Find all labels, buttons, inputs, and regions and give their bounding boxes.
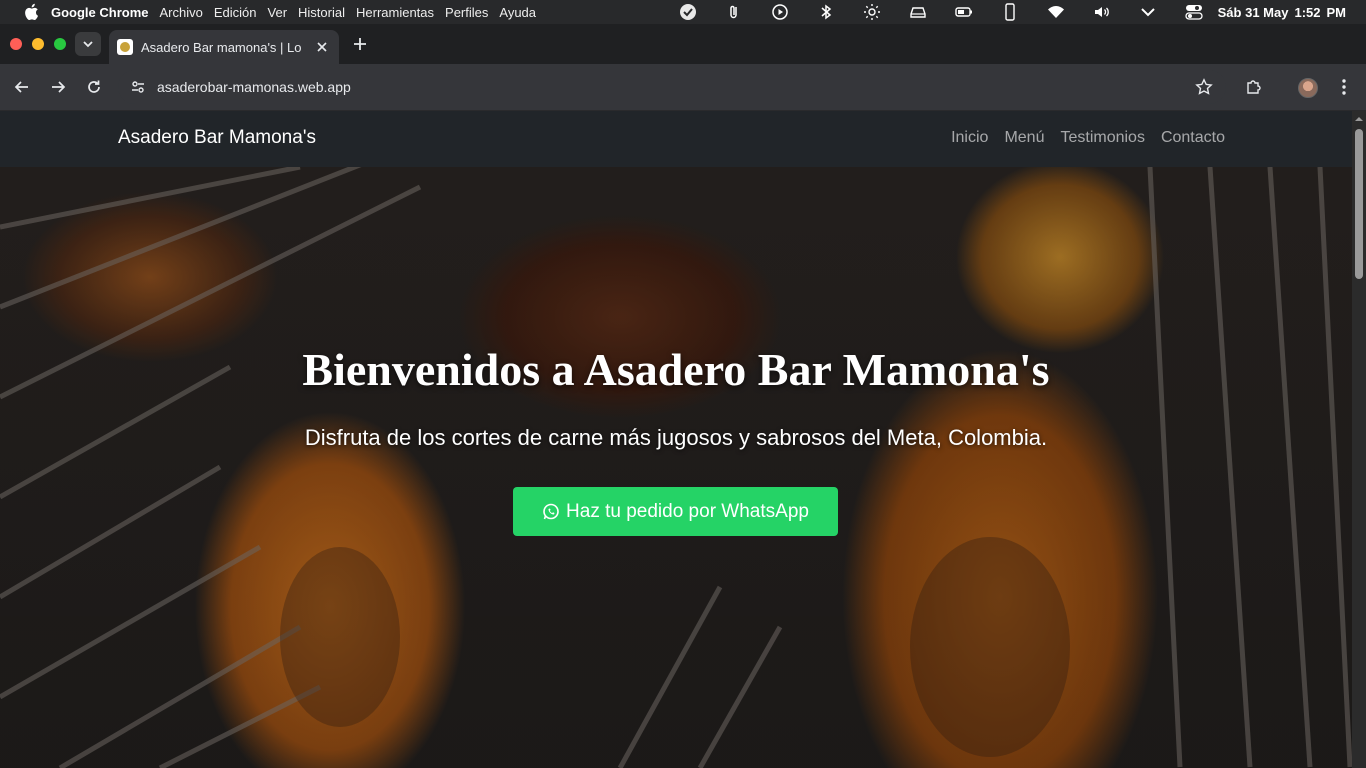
browser-toolbar: asaderobar-mamonas.web.app xyxy=(0,64,1366,111)
address-bar[interactable]: asaderobar-mamonas.web.app xyxy=(118,70,1226,104)
paperclip-icon[interactable] xyxy=(724,2,744,22)
scrollbar-thumb[interactable] xyxy=(1355,129,1363,279)
site-navbar: Asadero Bar Mamona's Inicio Menú Testimo… xyxy=(0,111,1352,167)
forward-button[interactable] xyxy=(47,76,69,98)
whatsapp-icon xyxy=(543,503,559,519)
clock-ampm: PM xyxy=(1326,4,1347,20)
menu-herramientas[interactable]: Herramientas xyxy=(356,5,434,20)
back-button[interactable] xyxy=(11,76,33,98)
whatsapp-order-button[interactable]: Haz tu pedido por WhatsApp xyxy=(513,487,838,536)
menu-edicion[interactable]: Edición xyxy=(214,5,257,20)
wifi-icon[interactable] xyxy=(1046,2,1066,22)
plus-icon xyxy=(354,38,366,50)
menu-app-name[interactable]: Google Chrome xyxy=(51,5,149,20)
arrow-left-icon xyxy=(14,81,28,93)
reload-icon xyxy=(88,80,100,93)
reload-button[interactable] xyxy=(83,76,105,98)
arrow-right-icon xyxy=(52,81,66,93)
hero-section: Bienvenidos a Asadero Bar Mamona's Disfr… xyxy=(0,167,1352,768)
active-tab[interactable]: Asadero Bar mamona's | Lo xyxy=(109,30,339,64)
hero-content: Bienvenidos a Asadero Bar Mamona's Disfr… xyxy=(0,167,1352,768)
nav-links: Inicio Menú Testimonios Contacto xyxy=(951,129,1225,147)
drive-icon[interactable] xyxy=(908,2,928,22)
tab-title: Asadero Bar mamona's | Lo xyxy=(141,39,302,55)
phone-icon[interactable] xyxy=(1000,2,1020,22)
check-circle-icon[interactable] xyxy=(678,2,698,22)
volume-icon[interactable] xyxy=(1092,2,1112,22)
chevron-down-icon[interactable] xyxy=(1138,2,1158,22)
extensions-icon[interactable] xyxy=(1243,76,1265,98)
menu-archivo[interactable]: Archivo xyxy=(160,5,203,20)
hero-subtitle: Disfruta de los cortes de carne más jugo… xyxy=(304,425,1048,450)
macos-menu-bar: Google Chrome Archivo Edición Ver Histor… xyxy=(0,0,1366,24)
chrome-menu-icon[interactable] xyxy=(1333,76,1355,98)
site-info-icon[interactable] xyxy=(128,77,148,97)
tab-search-button[interactable] xyxy=(75,32,101,56)
clock-date: Sáb 31 May xyxy=(1217,4,1289,20)
close-window-button[interactable] xyxy=(10,38,22,50)
tab-strip: Asadero Bar mamona's | Lo xyxy=(0,24,1366,64)
url-text[interactable]: asaderobar-mamonas.web.app xyxy=(157,79,351,95)
close-tab-icon[interactable] xyxy=(314,39,330,55)
nav-link-menu[interactable]: Menú xyxy=(1004,129,1044,147)
status-icons: Sáb 31 May 1:52 PM xyxy=(678,0,1346,24)
battery-icon[interactable] xyxy=(954,2,974,22)
profile-avatar[interactable] xyxy=(1298,78,1318,98)
site-brand[interactable]: Asadero Bar Mamona's xyxy=(118,127,316,149)
menu-perfiles[interactable]: Perfiles xyxy=(445,5,488,20)
page-scrollbar[interactable] xyxy=(1352,111,1366,768)
fullscreen-window-button[interactable] xyxy=(54,38,66,50)
minimize-window-button[interactable] xyxy=(32,38,44,50)
nav-link-contacto[interactable]: Contacto xyxy=(1161,129,1225,147)
menu-historial[interactable]: Historial xyxy=(298,5,345,20)
brightness-icon[interactable] xyxy=(862,2,882,22)
site-favicon-icon xyxy=(117,39,133,55)
control-center-icon[interactable] xyxy=(1184,2,1204,22)
menu-bar-clock[interactable]: Sáb 31 May 1:52 PM xyxy=(1218,5,1346,20)
apple-icon[interactable] xyxy=(22,3,40,21)
new-tab-button[interactable] xyxy=(350,34,370,54)
hero-title: Bienvenidos a Asadero Bar Mamona's xyxy=(302,344,1050,395)
menu-ver[interactable]: Ver xyxy=(268,5,288,20)
whatsapp-button-label: Haz tu pedido por WhatsApp xyxy=(566,500,809,522)
bookmark-star-icon[interactable] xyxy=(1193,76,1215,98)
page-viewport: Asadero Bar Mamona's Inicio Menú Testimo… xyxy=(0,111,1366,768)
bluetooth-icon[interactable] xyxy=(816,2,836,22)
play-circle-icon[interactable] xyxy=(770,2,790,22)
nav-link-inicio[interactable]: Inicio xyxy=(951,129,988,147)
chevron-down-icon xyxy=(83,41,93,48)
menu-ayuda[interactable]: Ayuda xyxy=(499,5,536,20)
clock-time: 1:52 xyxy=(1294,4,1321,20)
scroll-up-arrow-icon xyxy=(1355,117,1363,121)
nav-link-testimonios[interactable]: Testimonios xyxy=(1060,129,1144,147)
